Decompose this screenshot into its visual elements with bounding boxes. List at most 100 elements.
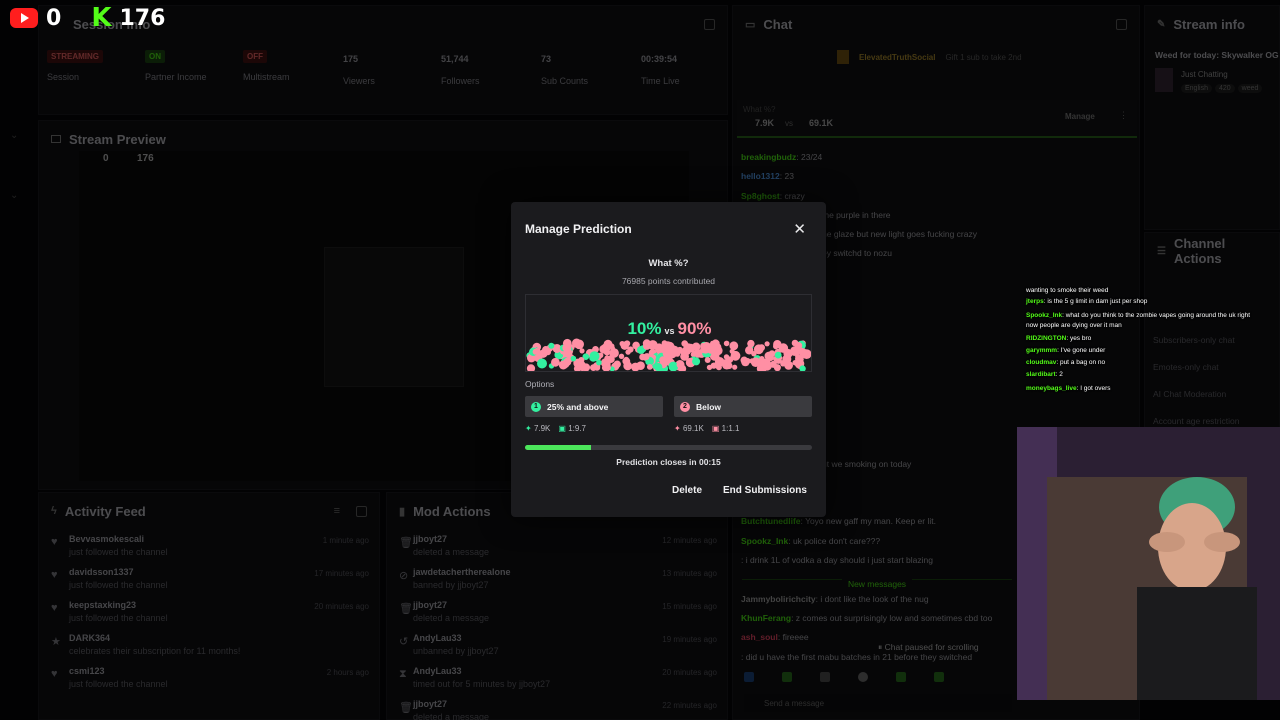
prediction-timer-bar [525,445,812,450]
heart-icon: ♥ [51,536,58,548]
mod-time: 19 minutes ago [662,635,717,644]
ratio-icon: ▣ [558,424,566,433]
popout-icon[interactable] [704,18,715,30]
prediction-dot [799,365,806,371]
feed-time: 1 minute ago [322,536,369,545]
chevron-down-icon[interactable]: ⌄ [10,130,18,141]
popout-icon[interactable] [1116,18,1127,30]
youtube-viewer-count: 0 [46,5,62,31]
prediction-dot [642,339,651,348]
emote-icon[interactable] [858,672,868,682]
channel-action-item[interactable]: Emotes-only chat [1153,362,1219,372]
feed-detail: just followed the channel [69,613,168,623]
feed-username: DARK364 [69,633,111,643]
shield-icon: ▮ [399,505,406,518]
tag[interactable]: 420 [1214,84,1235,93]
overlay-chat-text: wanting to smoke their weed [1026,287,1109,294]
prediction-dot [762,361,772,371]
channel-actions-title: Channel Actions [1173,236,1226,266]
tag-list: English 420 weed [1181,84,1263,93]
emote-icon[interactable] [820,672,830,682]
chat-username[interactable]: breakingbudz [741,152,796,162]
emote-icon[interactable] [744,672,754,682]
prediction-dot [745,346,754,355]
mod-detail: banned by jjboyt27 [413,580,489,590]
pinned-prediction-question: What %? [743,105,776,114]
option1-percent: 10% [627,319,662,338]
mod-time: 22 minutes ago [662,701,717,710]
manage-button[interactable]: Manage [1065,112,1095,121]
option2-percent: 90% [677,319,712,338]
option1-button[interactable]: 1 25% and above [525,396,663,417]
pinned-prediction[interactable]: What %? 7.9K vs 69.1K Manage ⋮ [737,100,1137,138]
mod-username: AndyLau33 [413,666,462,676]
option2-number: 2 [680,401,690,412]
prediction-dot [613,360,621,368]
mod-username: AndyLau33 [413,633,462,643]
chat-text: : did u have the first mabu batches in 2… [741,652,973,662]
stream-info-header: ✎ Stream info [1145,6,1279,42]
chevron-down-icon[interactable]: ⌄ [10,190,18,201]
close-icon[interactable]: ✕ [793,220,806,238]
mod-detail: deleted a message [413,613,490,623]
mod-detail: timed out for 5 minutes by jjboyt27 [413,679,551,689]
stat-viewers: 175 Viewers [343,54,375,86]
heart-icon: ♥ [51,602,58,614]
more-icon[interactable]: ⋮ [1119,110,1128,121]
chat-username[interactable]: Sp8ghost [741,191,780,201]
bolt-icon: ϟ [51,505,57,517]
category-thumbnail [1155,68,1173,92]
chat-paused-banner[interactable]: ⏸ Chat paused for scrolling [878,642,979,653]
overlay-chat-message: now people are dying over it man [1026,322,1122,329]
channel-action-item[interactable]: Account age restriction [1153,416,1239,426]
prediction-dot [753,344,764,355]
end-submissions-button[interactable]: End Submissions [723,485,807,496]
tag[interactable]: English [1181,84,1212,93]
chat-username[interactable]: hello1312 [741,171,780,181]
mod-action-icon: ↺ [399,636,409,648]
prediction-dot [582,363,591,371]
chat-username[interactable]: Spookz_Ink [741,536,788,546]
prediction-dot [668,361,679,371]
options-label: Options [525,379,555,389]
activity-feed-panel: ϟ Activity Feed ≡ ♥ Bevvasmokescali just f… [38,492,380,720]
manage-prediction-modal: Manage Prediction ✕ What %? 76985 points… [511,202,826,517]
tag[interactable]: weed [1237,84,1263,93]
chat-message-input[interactable] [744,694,1012,712]
emote-icon[interactable] [782,672,792,682]
prediction-dot [680,352,689,361]
option2-button[interactable]: 2 Below [674,396,812,417]
prediction-dot [548,342,555,349]
stream-info-panel: ✎ Stream info Weed for today: Skywalker … [1144,5,1280,230]
youtube-icon [10,8,38,28]
chat-header: ▭ Chat [733,6,1139,42]
feed-detail: celebrates their subscription for 11 mon… [69,646,241,656]
overlay-chat-text: : what do you think to the zombie vapes … [1062,312,1251,319]
preview-youtube-count: 0 [103,153,109,164]
chat-username[interactable]: Butchtunedlife [741,516,801,526]
prediction-dot [537,358,547,369]
feed-time: 17 minutes ago [314,569,369,578]
emote-icon[interactable] [896,672,906,682]
channel-action-item[interactable]: Subscribers-only chat [1153,335,1235,345]
pinned-prediction-vs: vs [785,119,793,128]
chat-text: : i drink 1L of vodka a day should i jus… [741,555,933,565]
heart-icon: ★ [51,636,61,648]
app-root: 0 K 176 ⌄ ⌄ Session Info STREAMING ON OF… [0,0,1280,720]
popout-icon[interactable] [356,505,367,517]
stat-subs: 73 Sub Counts [541,54,589,86]
prediction-dot [646,364,653,370]
channel-action-item[interactable]: AI Chat Moderation [1153,389,1226,399]
prediction-dot [570,355,577,362]
prediction-dot [639,353,646,361]
emote-icon[interactable] [934,672,944,682]
feed-username: davidsson1337 [69,567,134,577]
list-item: ♥ csmi123 just followed the channel 2 hours… [51,666,369,689]
chat-username[interactable]: KhunFerang [741,613,791,623]
filter-icon[interactable]: ≡ [334,505,340,517]
prediction-dot [551,357,560,367]
chat-text: : 23/24 [796,152,823,162]
partner-badge: ON [145,50,165,63]
delete-button[interactable]: Delete [672,485,702,496]
chat-username[interactable]: ash_soul [741,632,778,642]
